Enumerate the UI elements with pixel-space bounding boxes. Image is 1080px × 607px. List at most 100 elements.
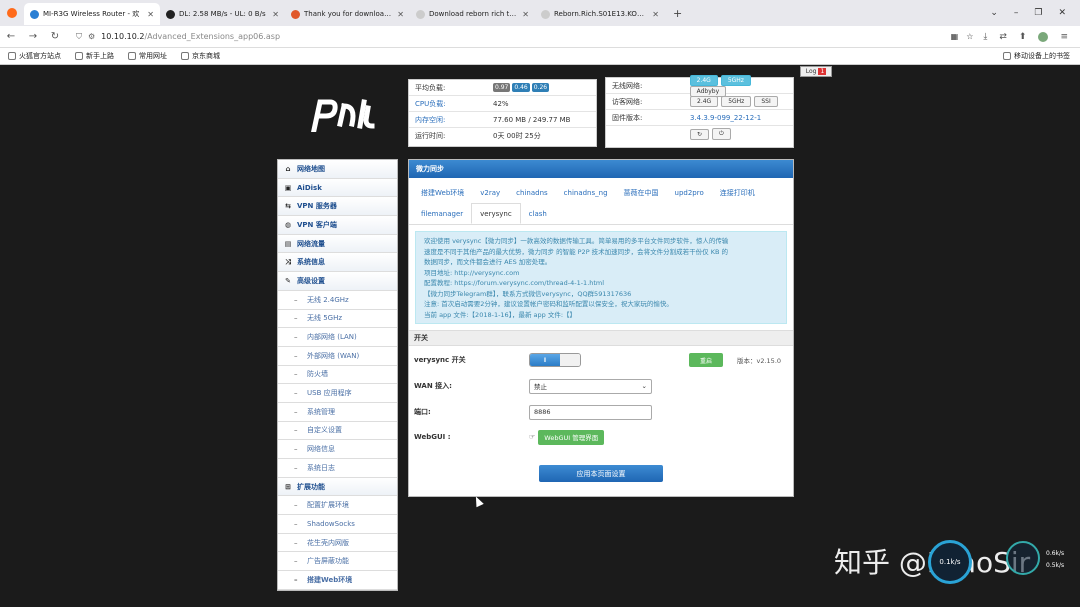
translate-icon[interactable]: ⇄ <box>999 32 1007 42</box>
guest-label: 访客网络: <box>612 97 643 106</box>
mem-label[interactable]: 内存空闲: <box>415 115 493 125</box>
bookmark-item[interactable]: 火狐官方站点 <box>8 51 61 61</box>
tab-close-icon[interactable]: ✕ <box>652 10 659 19</box>
sidebar-item[interactable]: ▤ 网络流量 <box>278 234 397 254</box>
sidebar-item[interactable]: – 外部网络 (WAN) <box>278 346 397 366</box>
tab--[interactable]: 蔷薇在中国 <box>616 182 667 203</box>
reload-button[interactable]: ↻ <box>44 31 66 42</box>
tab-chinadns[interactable]: chinadns <box>508 182 555 203</box>
info-line[interactable]: 配置教程: https://forum.verysync.com/thread-… <box>424 278 778 289</box>
firefox-menu[interactable] <box>0 0 24 26</box>
sidebar-item[interactable]: – 系统日志 <box>278 459 397 478</box>
tab-upd2pro[interactable]: upd2pro <box>667 182 712 203</box>
power-button[interactable]: ⏻ <box>712 128 731 140</box>
tab-clash[interactable]: clash <box>521 203 555 224</box>
menu-icon[interactable]: ≡ <box>1060 32 1068 42</box>
wireless-toggle-button[interactable]: SSI <box>754 96 778 107</box>
browser-tab[interactable]: Thank you for downloading \ ✕ <box>285 3 410 25</box>
download-icon[interactable]: ⤓ <box>983 32 987 42</box>
webgui-button[interactable]: WebGUI 管理界面 <box>538 429 605 445</box>
tab-v2ray[interactable]: v2ray <box>472 182 508 203</box>
tab-close-icon[interactable]: ✕ <box>272 10 279 19</box>
tab--web-[interactable]: 搭建Web环境 <box>413 182 472 203</box>
sidebar-item[interactable]: ◍ VPN 客户端 <box>278 216 397 235</box>
tab-verysync[interactable]: verysync <box>471 203 521 224</box>
tab-filemanager[interactable]: filemanager <box>413 203 471 224</box>
info-line: 数据同步，而文件都会进行 AES 加密处理。 <box>424 258 552 266</box>
mem-value: 77.60 MB / 249.77 MB <box>493 115 571 124</box>
sidebar-item[interactable]: – ShadowSocks <box>278 515 397 534</box>
info-line: 欢迎使用 verysync【微力同步】一款高效的数据传输工具。简单易用的多平台文… <box>424 237 729 245</box>
sidebar-item[interactable]: – 广告屏蔽功能 <box>278 552 397 572</box>
apply-button[interactable]: 应用本页面设置 <box>539 465 663 482</box>
minimize-button[interactable]: – <box>1014 8 1019 18</box>
sidebar-item[interactable]: ⊞ 扩展功能 <box>278 477 397 497</box>
sidebar-item[interactable]: – 搭建Web环境 <box>278 571 397 590</box>
sidebar-item[interactable]: ⌂ 网络地图 <box>278 160 397 179</box>
cpu-label[interactable]: CPU负载: <box>415 99 493 109</box>
sidebar-item-label: 无线 2.4GHz <box>307 295 349 304</box>
account-avatar[interactable] <box>1038 31 1049 42</box>
sidebar-item[interactable]: ⤨ 系统信息 <box>278 253 397 273</box>
wireless-toggle-button[interactable]: 5GHz <box>721 96 752 107</box>
close-window-button[interactable]: ✕ <box>1058 8 1066 18</box>
bookmark-item[interactable]: 新手上路 <box>75 51 114 61</box>
info-line: 注意: 首次启动需要2分钟，建议设置帐户密码和监听配置以保安全，祝大家玩的愉快。 <box>424 300 673 308</box>
back-button[interactable]: ← <box>0 31 22 42</box>
tab-close-icon[interactable]: ✕ <box>397 10 404 19</box>
new-tab-button[interactable]: + <box>665 7 690 20</box>
info-line[interactable]: 项目地址: http://verysync.com <box>424 268 778 279</box>
tab-chinadns-ng[interactable]: chinadns_ng <box>556 182 616 203</box>
bookmark-item[interactable]: 常用网址 <box>128 51 167 61</box>
wan-access-select[interactable]: 禁止 ⌄ <box>529 378 652 394</box>
sidebar-item[interactable]: ▣ AiDisk <box>278 178 397 198</box>
url-bar[interactable]: ⛉ ⚙ 10.10.10.2/Advanced_Extensions_app06… <box>66 26 983 48</box>
wireless-toggle-button[interactable]: 2.4G <box>689 74 718 86</box>
bookmark-star-icon[interactable]: ☆ <box>966 32 973 41</box>
refresh-button[interactable]: ↻ <box>690 128 710 140</box>
browser-tab[interactable]: Download reborn rich torrents - ✕ <box>410 3 535 25</box>
sidebar-item[interactable]: – 网络信息 <box>278 440 397 459</box>
qr-icon[interactable]: ▦ <box>951 32 959 41</box>
cpu-value: 42% <box>493 99 509 108</box>
tab-close-icon[interactable]: ✕ <box>147 10 154 19</box>
tab--[interactable]: 连接打印机 <box>712 182 763 203</box>
vpn-server-icon: ⇆ <box>285 202 291 211</box>
mobile-bookmarks[interactable]: 移动设备上的书签 <box>1003 51 1080 61</box>
tab-close-icon[interactable]: ✕ <box>522 10 529 19</box>
sidebar-item[interactable]: – 系统管理 <box>278 402 397 422</box>
traffic-icon: ▤ <box>284 239 292 248</box>
bullet-dash: – <box>294 445 298 454</box>
wireless-toggle-button[interactable]: 5GHz <box>720 74 751 86</box>
forward-button[interactable]: → <box>22 31 44 42</box>
browser-tab[interactable]: MI-R3G Wireless Router - 欢 ✕ <box>24 3 160 25</box>
bookmark-icon <box>8 52 16 60</box>
sidebar-item[interactable]: – 内部网络 (LAN) <box>278 328 397 347</box>
browser-tab[interactable]: Reborn.Rich.S01E13.KOREAN.108 ✕ <box>535 3 665 25</box>
sidebar-item[interactable]: – 无线 5GHz <box>278 309 397 329</box>
sidebar-item[interactable]: – 防火墙 <box>278 365 397 385</box>
sidebar-item[interactable]: – 花生壳内网版 <box>278 533 397 553</box>
log-button[interactable]: Log 1 <box>800 66 832 77</box>
sidebar-item[interactable]: – USB 应用程序 <box>278 384 397 403</box>
sidebar-item[interactable]: – 配置扩展环境 <box>278 496 397 516</box>
sidebar-item[interactable]: ✎ 高级设置 <box>278 272 397 291</box>
sidebar-item[interactable]: – 自定义设置 <box>278 421 397 441</box>
restart-button[interactable]: 重启 <box>689 353 723 367</box>
restore-button[interactable]: ❐ <box>1034 8 1042 18</box>
port-input[interactable]: 8886 <box>529 404 652 420</box>
page-info-icon[interactable]: ⚙ <box>88 32 95 41</box>
padavan-logo-mark <box>311 99 375 133</box>
firmware-version[interactable]: 3.4.3.9-099_22-12-1 <box>690 114 761 122</box>
extension-icon[interactable]: ⬆ <box>1019 32 1027 42</box>
sidebar-item[interactable]: ⇆ VPN 服务器 <box>278 197 397 217</box>
verysync-toggle[interactable]: I <box>529 353 581 367</box>
tab-favicon-icon <box>291 9 300 19</box>
wan-row: WAN 接入: 禁止 ⌄ <box>414 376 790 396</box>
browser-tab[interactable]: DL: 2.58 MB/s - UL: 0 B/s ✕ <box>160 3 285 25</box>
wireless-toggle-button[interactable]: Adbyby <box>689 85 727 97</box>
sidebar-item[interactable]: – 无线 2.4GHz <box>278 290 397 310</box>
tab-list-icon[interactable]: ⌄ <box>990 8 998 18</box>
wireless-toggle-button[interactable]: 2.4G <box>690 96 719 107</box>
bookmark-item[interactable]: 京东商城 <box>181 51 220 61</box>
